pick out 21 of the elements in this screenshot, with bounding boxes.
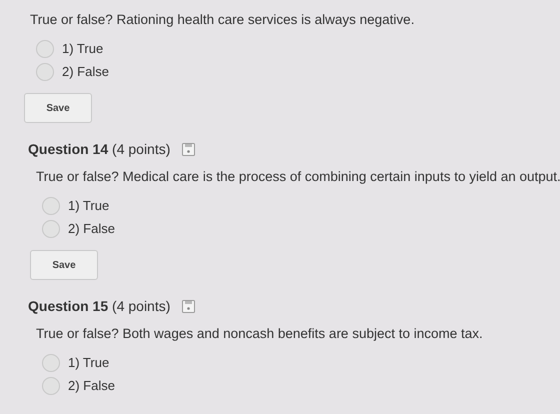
option-label: 1) True <box>68 354 110 372</box>
save-button[interactable]: Save <box>30 250 98 280</box>
radio-button[interactable] <box>42 197 60 215</box>
radio-button[interactable] <box>42 354 60 372</box>
save-icon[interactable] <box>182 142 196 156</box>
save-icon[interactable] <box>182 300 196 312</box>
option-label: 2) False <box>68 377 115 396</box>
option-label: 1) True <box>68 197 110 216</box>
option-label: 2) False <box>62 63 109 82</box>
radio-button[interactable] <box>42 377 60 395</box>
question-title: Question 15 (4 points) <box>28 296 170 316</box>
radio-button[interactable] <box>36 63 54 81</box>
question-text: True or false? Medical care is the process of combining certain inputs to yield an output. <box>36 169 560 185</box>
question-title: Question 14 (4 points) <box>28 140 170 159</box>
radio-button[interactable] <box>36 40 54 58</box>
option-label: 1) True <box>62 40 104 58</box>
radio-button[interactable] <box>42 220 60 238</box>
save-button[interactable]: Save <box>24 93 92 123</box>
question-text: True or false? Both wages and noncash benefits are subject to income tax. <box>36 326 484 342</box>
question-text: True or false? Rationing health care services is always negative. <box>30 12 416 28</box>
option-label: 2) False <box>68 220 115 238</box>
